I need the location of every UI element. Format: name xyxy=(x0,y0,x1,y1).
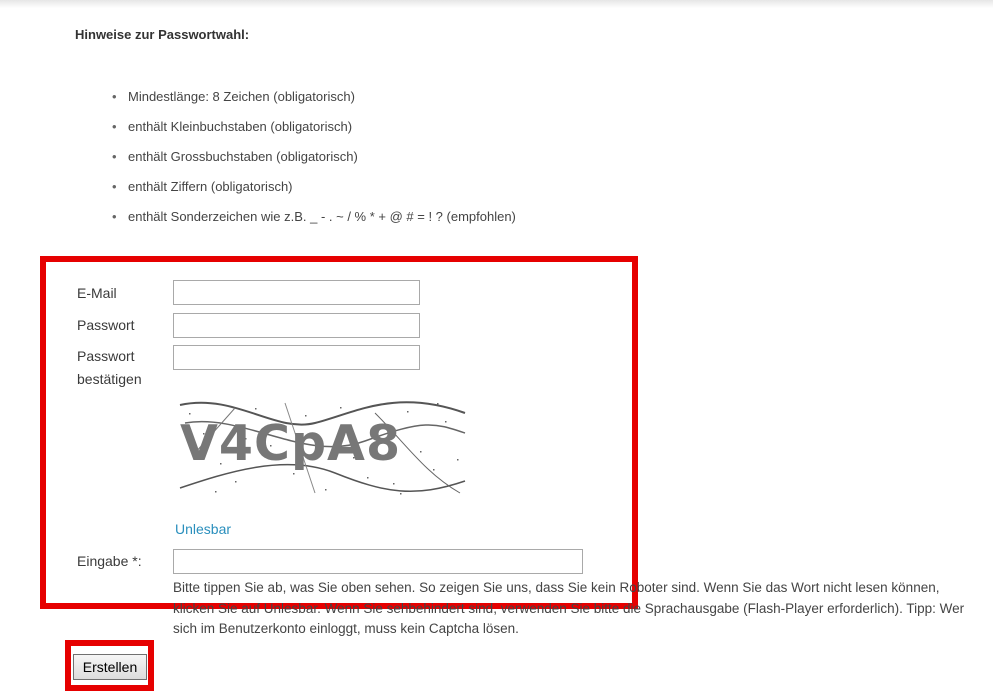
rule-digits: enthält Ziffern (obligatorisch) xyxy=(110,178,516,208)
password-hints-heading: Hinweise zur Passwortwahl: xyxy=(75,27,250,42)
email-label: E-Mail xyxy=(77,285,117,301)
password-rules-list: Mindestlänge: 8 Zeichen (obligatorisch) … xyxy=(110,88,516,238)
confirm-password-field[interactable] xyxy=(173,345,420,370)
unreadable-link[interactable]: Unlesbar xyxy=(175,521,231,537)
create-button[interactable]: Erstellen xyxy=(73,654,147,680)
captcha-input-field[interactable] xyxy=(173,549,583,574)
confirm-password-label-line1: Passwort xyxy=(77,348,135,364)
rule-lowercase: enthält Kleinbuchstaben (obligatorisch) xyxy=(110,118,516,148)
email-field[interactable] xyxy=(173,280,420,305)
captcha-characters: V4CpA8 xyxy=(180,415,402,472)
confirm-password-label-line2: bestätigen xyxy=(77,371,142,387)
captcha-help-text: Bitte tippen Sie ab, was Sie oben sehen.… xyxy=(173,580,965,636)
top-edge-shadow xyxy=(0,0,993,8)
rule-special-chars: enthält Sonderzeichen wie z.B. _ - . ~ /… xyxy=(110,208,516,238)
password-field[interactable] xyxy=(173,313,420,338)
rule-uppercase: enthält Grossbuchstaben (obligatorisch) xyxy=(110,148,516,178)
captcha-input-label: Eingabe *: xyxy=(77,553,142,569)
rule-min-length: Mindestlänge: 8 Zeichen (obligatorisch) xyxy=(110,88,516,118)
password-label: Passwort xyxy=(77,317,135,333)
